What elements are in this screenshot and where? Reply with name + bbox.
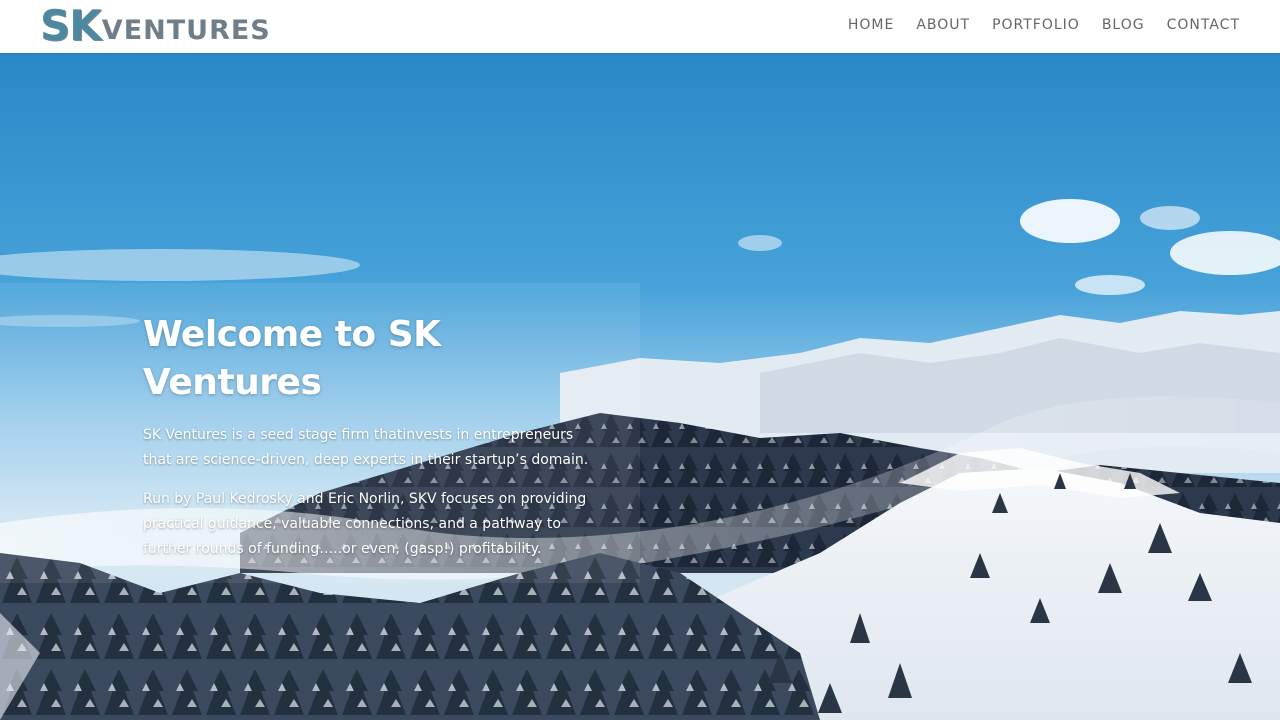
hero-paragraph-founders: Run by Paul Kedrosky and Eric Norlin, SK… [143, 491, 587, 557]
hero-paragraph-intro: SK Ventures is a seed stage firm thatinv… [143, 427, 589, 468]
nav-portfolio[interactable]: PORTFOLIO [992, 16, 1080, 34]
logo-link[interactable]: SK VENTURES [40, 1, 271, 50]
hero-title: Welcome to SK Ventures [143, 314, 441, 403]
nav-contact[interactable]: CONTACT [1167, 16, 1240, 34]
main-nav: HOME ABOUT PORTFOLIO BLOG CONTACT [848, 16, 1240, 34]
hero-content: Welcome to SK Ventures SK Ventures is a … [143, 311, 603, 576]
nav-home[interactable]: HOME [848, 16, 894, 34]
page: SK VENTURES HOME ABOUT PORTFOLIO BLOG CO… [0, 0, 1280, 720]
nav-about[interactable]: ABOUT [916, 16, 970, 34]
logo-ventures-text: VENTURES [101, 15, 271, 46]
nav-blog[interactable]: BLOG [1102, 16, 1145, 34]
logo-sk-text: SK [40, 1, 102, 50]
site-header: SK VENTURES HOME ABOUT PORTFOLIO BLOG CO… [0, 0, 1280, 53]
